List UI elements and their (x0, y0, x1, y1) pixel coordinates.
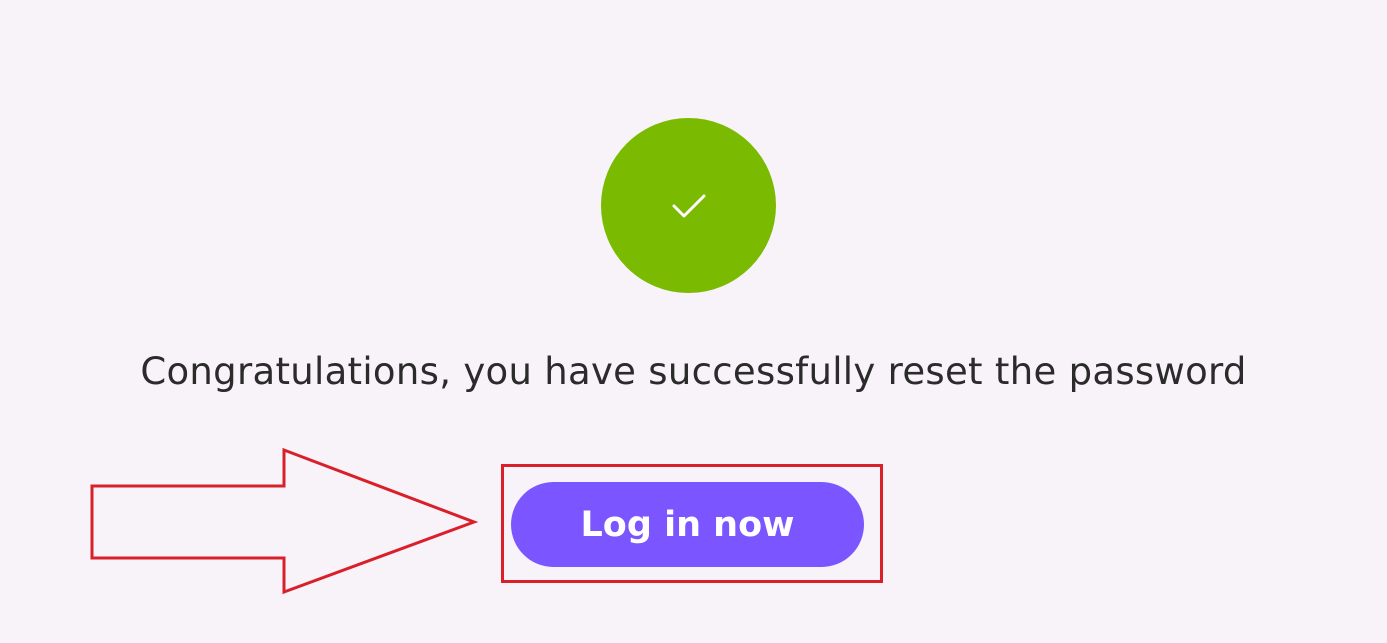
success-circle (601, 118, 776, 293)
arrow-right-icon (90, 447, 479, 595)
log-in-now-button[interactable]: Log in now (511, 482, 864, 567)
check-icon (672, 194, 705, 217)
success-message: Congratulations, you have successfully r… (140, 350, 1247, 393)
